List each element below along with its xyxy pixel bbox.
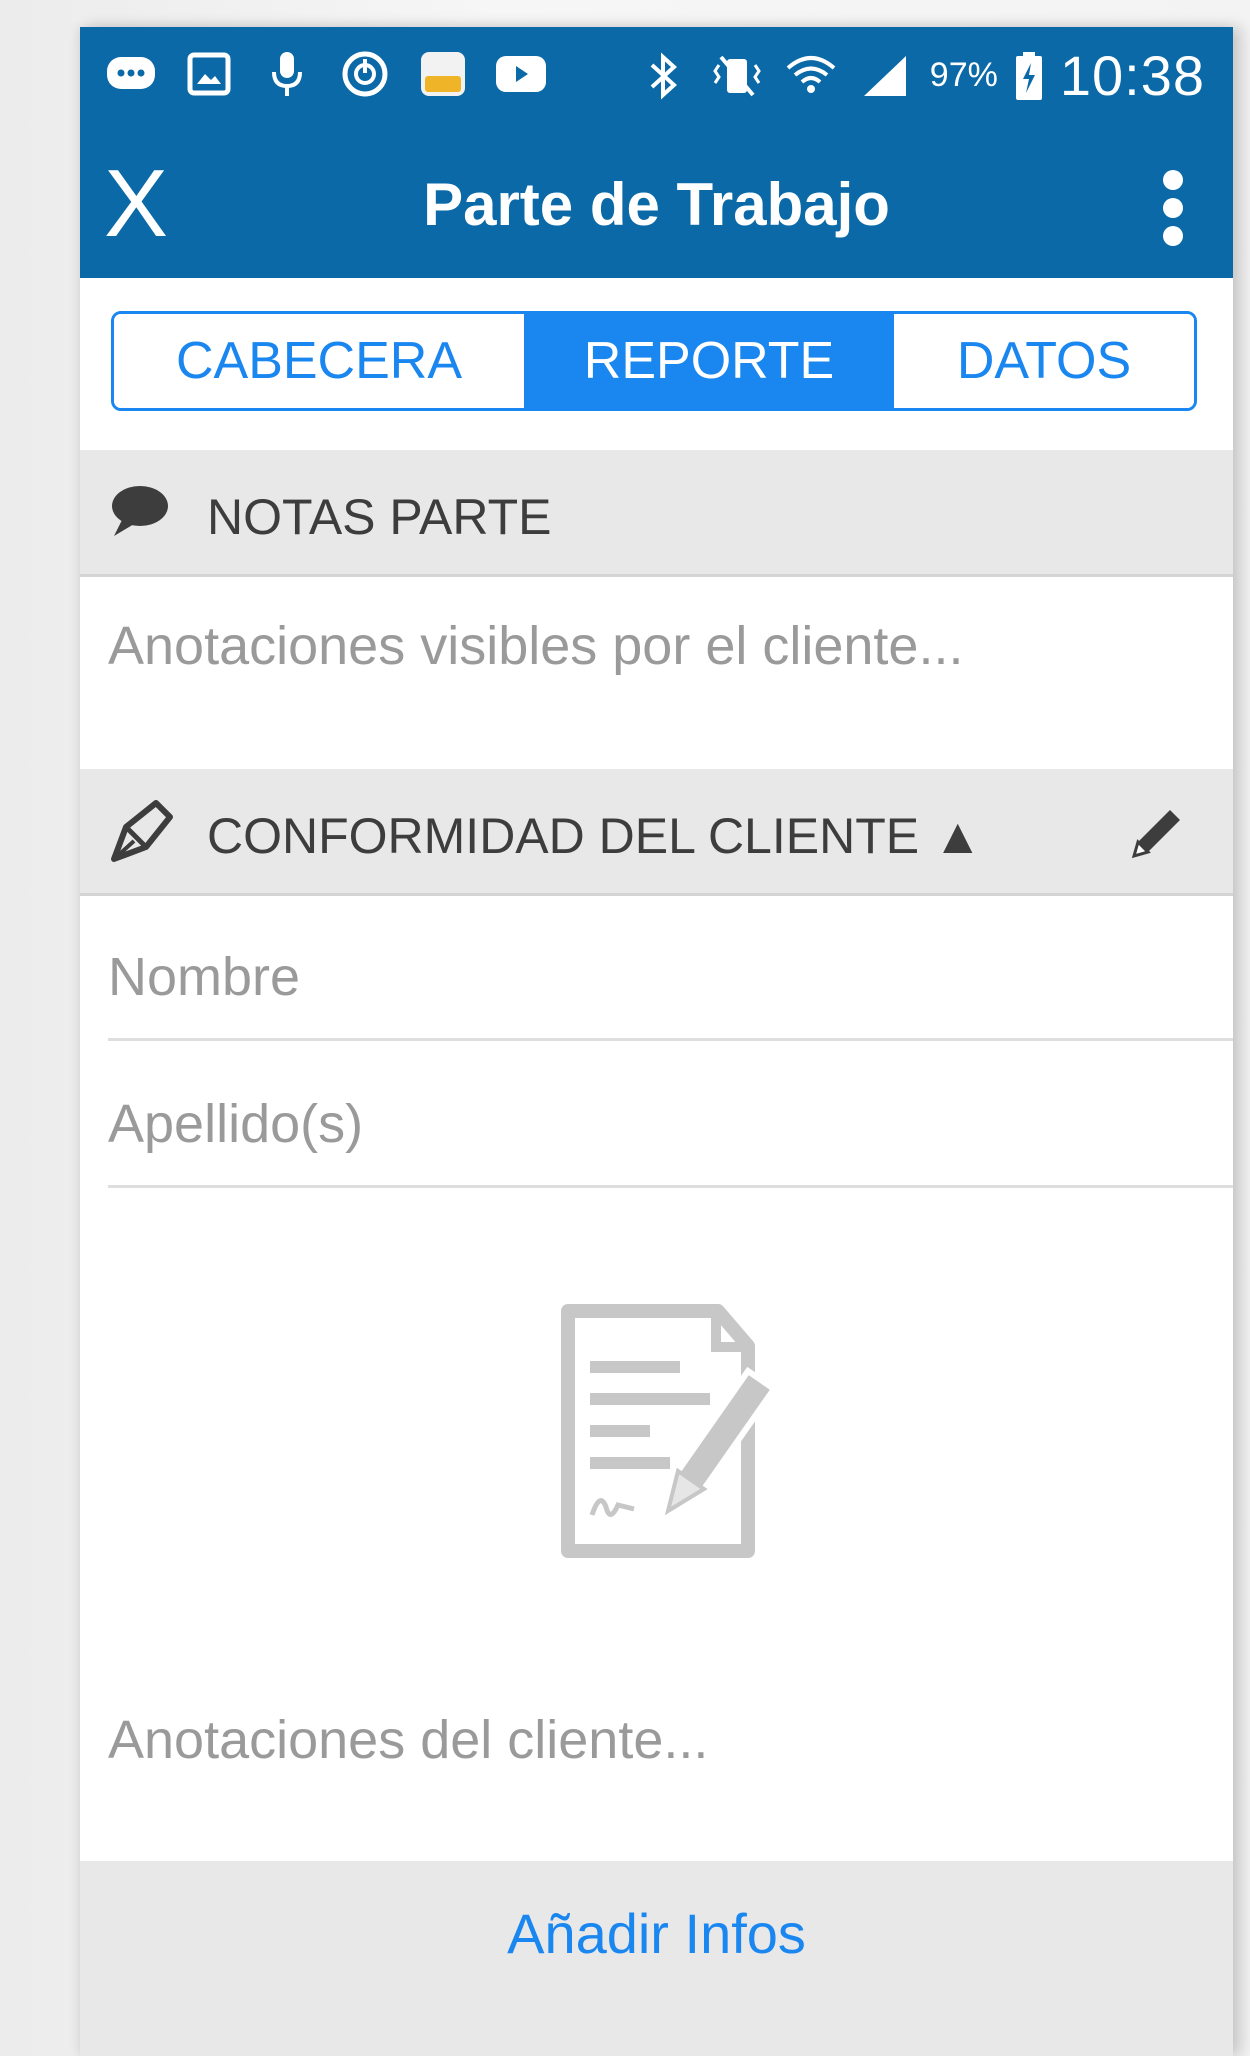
- clock: 10:38: [1059, 44, 1205, 107]
- signature-area[interactable]: [108, 1191, 1233, 1674]
- notification-icons: [102, 45, 550, 103]
- document-signature-icon: [548, 1301, 788, 1561]
- tab-reporte[interactable]: REPORTE: [524, 314, 894, 408]
- sync-icon: [336, 45, 394, 103]
- apellido-field[interactable]: Apellido(s): [108, 1043, 1233, 1188]
- conformidad-header[interactable]: CONFORMIDAD DEL CLIENTE ▲: [80, 769, 1233, 896]
- notas-parte-header[interactable]: NOTAS PARTE: [80, 450, 1233, 577]
- image-icon: [180, 45, 238, 103]
- system-icons: 97% 10:38: [634, 43, 1205, 108]
- nombre-field[interactable]: Nombre: [108, 896, 1233, 1041]
- speech-bubble-icon: [104, 480, 172, 548]
- tab-cabecera[interactable]: CABECERA: [114, 314, 524, 408]
- phone-screen: 97% 10:38 X Parte de Trabajo CABECERA RE…: [80, 27, 1233, 2056]
- tab-datos[interactable]: DATOS: [894, 314, 1194, 408]
- bluetooth-icon: [634, 47, 692, 105]
- battery-percent: 97%: [929, 56, 998, 94]
- vibrate-mute-icon: [708, 47, 766, 105]
- youtube-icon: [492, 45, 550, 103]
- footer-area: Añadir Infos: [80, 1861, 1233, 2056]
- segmented-tabs: CABECERA REPORTE DATOS: [111, 311, 1197, 411]
- section-title-conformidad: CONFORMIDAD DEL CLIENTE ▲: [207, 808, 983, 864]
- pencil-icon[interactable]: [1128, 802, 1188, 862]
- app-bar: X Parte de Trabajo: [80, 132, 1233, 278]
- black-pen-app-icon: [414, 45, 472, 103]
- status-bar: 97% 10:38: [80, 27, 1233, 132]
- microphone-icon: [258, 45, 316, 103]
- section-title-notas: NOTAS PARTE: [207, 489, 552, 545]
- notas-textarea[interactable]: Anotaciones visibles por el cliente...: [80, 577, 1233, 769]
- page-title: Parte de Trabajo: [423, 171, 890, 238]
- chat-bubble-icon: [102, 45, 160, 103]
- anotaciones-cliente-textarea[interactable]: Anotaciones del cliente...: [80, 1671, 1233, 1861]
- tab-bar-container: CABECERA REPORTE DATOS: [80, 278, 1233, 450]
- more-vertical-icon[interactable]: [1153, 170, 1193, 250]
- wifi-icon: [782, 47, 840, 105]
- signature-pen-icon: [104, 799, 173, 867]
- add-infos-link[interactable]: Añadir Infos: [80, 1901, 1233, 1966]
- battery-charging-icon: [1014, 47, 1044, 105]
- signal-icon: [856, 47, 914, 105]
